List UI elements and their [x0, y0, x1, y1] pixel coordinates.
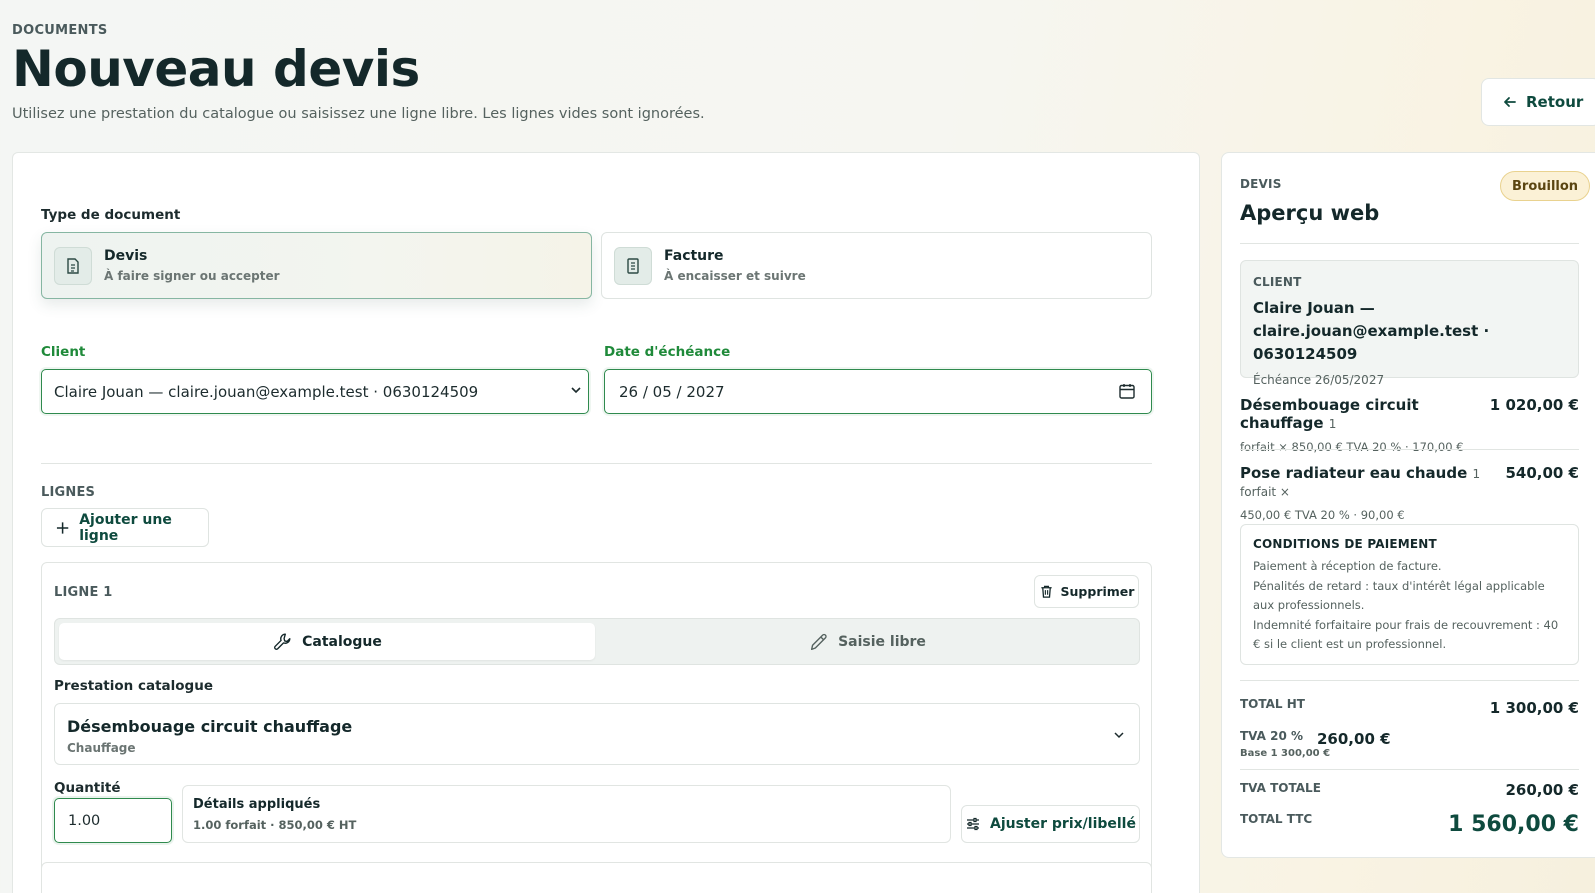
applied-details: Détails appliqués 1.00 forfait · 850,00 … [182, 785, 951, 843]
preview-panel: DEVIS Brouillon Aperçu web CLIENT Claire… [1221, 152, 1595, 858]
preview-line-item: Désembouage circuit chauffage 1 1 020,00… [1240, 396, 1579, 454]
type-option-subtitle: À faire signer ou accepter [104, 269, 280, 283]
total-ttc-row: TOTAL TTC 1 560,00 € [1240, 812, 1579, 837]
preview-line-detail: forfait × 850,00 € TVA 20 % · 170,00 € [1240, 440, 1464, 454]
type-option-title: Devis [104, 248, 148, 264]
presta-category: Chauffage [67, 741, 136, 755]
sliders-icon [967, 817, 979, 831]
quantity-input[interactable]: 1.00 [54, 798, 172, 843]
presta-label: Prestation catalogue [54, 678, 213, 694]
quote-form: Type de document Devis À faire signer ou… [12, 152, 1200, 893]
preview-client-label: CLIENT [1253, 275, 1302, 289]
delete-line-label: Supprimer [1060, 584, 1135, 599]
trash-icon [1040, 585, 1052, 598]
chevron-down-icon [571, 387, 581, 394]
back-button[interactable]: Retour [1481, 78, 1595, 126]
tva-value: 260,00 € [1317, 730, 1391, 748]
total-ht-row: TOTAL HT 1 300,00 € [1240, 697, 1579, 717]
mode-catalogue-tab[interactable]: Catalogue [59, 623, 595, 660]
client-select[interactable]: Claire Jouan — claire.jouan@example.test… [41, 369, 589, 414]
type-option-subtitle: À encaisser et suivre [664, 269, 806, 283]
preview-divider [1240, 243, 1579, 244]
back-button-label: Retour [1526, 93, 1584, 111]
preview-line-item: Pose radiateur eau chaude 1 forfait × 54… [1240, 464, 1579, 522]
details-text: 1.00 forfait · 850,00 € HT [193, 818, 357, 832]
total-ht-value: 1 300,00 € [1489, 699, 1579, 717]
lines-section-title: LIGNES [41, 485, 96, 500]
preview-line-amount: 1 020,00 € [1489, 396, 1579, 414]
wrench-icon [274, 633, 291, 650]
mode-free-tab[interactable]: Saisie libre [599, 623, 1135, 660]
mode-free-label: Saisie libre [838, 633, 926, 650]
client-label: Client [41, 344, 86, 360]
page-title: Nouveau devis [12, 40, 420, 98]
preview-client-box: CLIENT Claire Jouan — claire.jouan@examp… [1240, 260, 1579, 387]
chevron-down-icon [1114, 732, 1124, 739]
total-ttc-label: TOTAL TTC [1240, 812, 1313, 826]
add-line-button[interactable]: Ajouter une ligne [41, 508, 209, 547]
calendar-icon[interactable] [1118, 382, 1136, 400]
preview-line-detail: 450,00 € TVA 20 % · 90,00 € [1240, 508, 1405, 522]
preview-line-amount: 540,00 € [1505, 464, 1579, 482]
plus-icon [56, 521, 69, 534]
line-item-card-2 [41, 862, 1152, 893]
section-divider [41, 463, 1152, 464]
preview-line-name: Pose radiateur eau chaude [1240, 464, 1468, 482]
type-option-devis[interactable]: Devis À faire signer ou accepter [41, 232, 592, 299]
document-icon [54, 246, 92, 285]
preview-divider [1240, 769, 1579, 770]
client-select-value: Claire Jouan — claire.jouan@example.test… [54, 382, 479, 401]
type-option-facture[interactable]: Facture À encaisser et suivre [601, 232, 1152, 299]
tva-total-label: TVA TOTALE [1240, 781, 1321, 795]
line-mode-toggle: Catalogue Saisie libre [54, 618, 1140, 665]
status-badge: Brouillon [1500, 171, 1591, 201]
invoice-icon [614, 246, 652, 285]
breadcrumb: DOCUMENTS [12, 23, 108, 38]
presta-select[interactable]: Désembouage circuit chauffage Chauffage [54, 703, 1140, 765]
mode-catalogue-label: Catalogue [302, 633, 382, 650]
adjust-price-label: Ajuster prix/libellé [990, 816, 1136, 832]
adjust-price-button[interactable]: Ajuster prix/libellé [961, 805, 1140, 843]
delete-line-button[interactable]: Supprimer [1034, 575, 1139, 608]
preview-divider [1240, 449, 1579, 450]
preview-due-date: Échéance 26/05/2027 [1253, 373, 1385, 387]
type-option-title: Facture [664, 248, 724, 264]
arrow-left-icon [1504, 97, 1516, 107]
presta-name: Désembouage circuit chauffage [67, 717, 353, 736]
condition-line: Pénalités de retard : taux d'intérêt lég… [1253, 578, 1545, 613]
line-title: LIGNE 1 [54, 585, 113, 600]
line-item-card: LIGNE 1 Supprimer Catalogue Saisie libre… [41, 562, 1152, 882]
preview-client-name: Claire Jouan — claire.jouan@example.test… [1253, 299, 1490, 363]
add-line-label: Ajouter une ligne [79, 511, 172, 544]
payment-conditions: CONDITIONS DE PAIEMENT Paiement à récept… [1240, 524, 1579, 665]
due-date-value: 26 / 05 / 2027 [619, 382, 725, 401]
condition-line: Indemnité forfaitaire pour frais de reco… [1253, 617, 1559, 652]
preview-line-qty: 1 [1328, 417, 1337, 431]
details-title: Détails appliqués [193, 797, 321, 812]
preview-divider [1240, 680, 1579, 681]
tva-total-value: 260,00 € [1505, 781, 1579, 799]
tva-base: Base 1 300,00 € [1240, 748, 1331, 759]
preview-title: Aperçu web [1240, 201, 1380, 225]
conditions-title: CONDITIONS DE PAIEMENT [1253, 537, 1437, 551]
page-subtitle: Utilisez une prestation du catalogue ou … [12, 106, 705, 122]
type-label: Type de document [41, 207, 181, 223]
preview-eyebrow: DEVIS [1240, 177, 1282, 191]
pencil-icon [811, 633, 827, 650]
quantity-label: Quantité [54, 780, 121, 796]
total-ttc-value: 1 560,00 € [1448, 812, 1579, 837]
condition-line: Paiement à réception de facture. [1253, 559, 1442, 573]
tva-total-row: TVA TOTALE 260,00 € [1240, 781, 1579, 799]
total-ht-label: TOTAL HT [1240, 697, 1305, 711]
due-date-input[interactable]: 26 / 05 / 2027 [604, 369, 1152, 414]
due-date-label: Date d'échéance [604, 344, 731, 360]
